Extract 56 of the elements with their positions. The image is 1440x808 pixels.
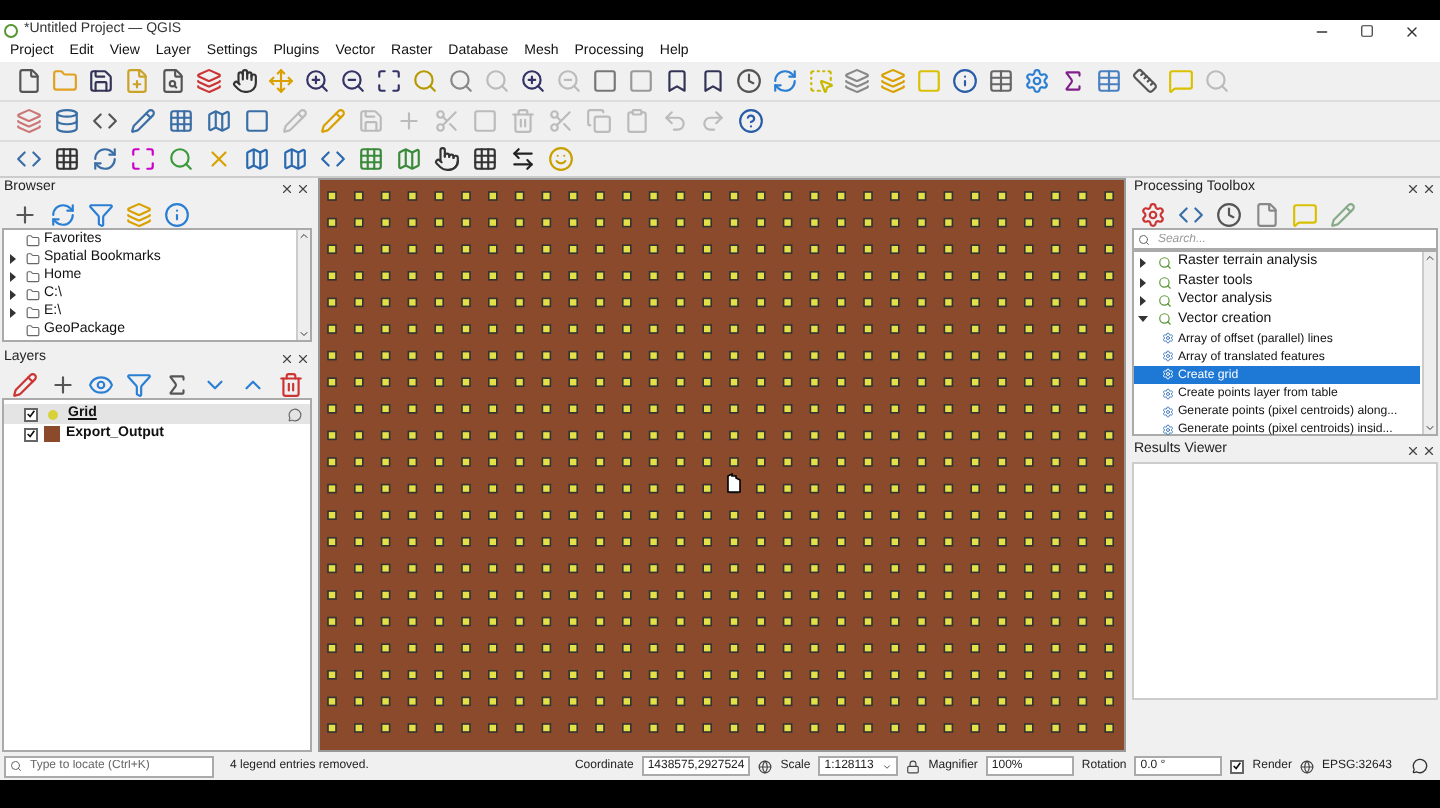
scrollbar[interactable] bbox=[1421, 252, 1436, 434]
dropdown-icon bbox=[882, 761, 893, 771]
app-logo-icon bbox=[4, 24, 18, 38]
scroll-up-icon[interactable] bbox=[1423, 252, 1436, 264]
refresh-icon[interactable] bbox=[46, 198, 78, 230]
folder-icon bbox=[26, 288, 40, 302]
filter-legend-icon[interactable] bbox=[122, 368, 154, 400]
close-icon[interactable] bbox=[296, 352, 310, 366]
globe-icon bbox=[1299, 759, 1314, 773]
attribute-table-icon[interactable] bbox=[984, 65, 1016, 97]
gear-icon bbox=[1161, 405, 1174, 418]
checkbox[interactable] bbox=[24, 407, 38, 421]
zoom-in-icon[interactable] bbox=[300, 65, 332, 97]
maximize-icon[interactable] bbox=[1360, 24, 1374, 38]
messages-icon[interactable] bbox=[1412, 758, 1428, 774]
measure-icon[interactable] bbox=[1128, 65, 1160, 97]
scroll-up-icon[interactable] bbox=[298, 230, 310, 242]
close-icon[interactable] bbox=[1421, 182, 1436, 196]
scroll-down-icon[interactable] bbox=[298, 328, 310, 340]
gear-icon bbox=[1161, 332, 1174, 345]
gear-icon bbox=[1161, 423, 1174, 436]
save-icon[interactable] bbox=[84, 65, 116, 97]
add-database-icon[interactable] bbox=[50, 105, 82, 137]
zoom-out-icon[interactable] bbox=[336, 65, 368, 97]
pan-icon[interactable] bbox=[228, 65, 260, 97]
zoom-full-icon[interactable] bbox=[372, 65, 404, 97]
filter-icon[interactable] bbox=[84, 198, 116, 230]
processing-toolbox-icon[interactable] bbox=[1020, 65, 1052, 97]
caret-down-icon[interactable] bbox=[1137, 314, 1152, 325]
render-checkbox[interactable] bbox=[1230, 759, 1245, 773]
folder-icon bbox=[26, 270, 40, 284]
scroll-down-icon[interactable] bbox=[1423, 422, 1436, 434]
help-icon[interactable] bbox=[734, 105, 766, 137]
gear-icon bbox=[1161, 368, 1174, 381]
folder-icon bbox=[26, 306, 40, 320]
close-icon[interactable] bbox=[1404, 23, 1420, 39]
zoom-last-icon[interactable] bbox=[516, 65, 548, 97]
remove-layer-icon[interactable] bbox=[274, 368, 306, 400]
folder-icon bbox=[26, 324, 40, 338]
search-icon bbox=[10, 760, 22, 772]
identify-icon[interactable] bbox=[948, 65, 980, 97]
gear-icon bbox=[1161, 350, 1174, 363]
checkbox[interactable] bbox=[24, 427, 38, 441]
find-icon[interactable] bbox=[164, 143, 196, 175]
clock-icon[interactable] bbox=[732, 65, 764, 97]
close-icon[interactable] bbox=[1421, 444, 1436, 458]
folder-icon bbox=[26, 252, 40, 266]
folder-icon bbox=[26, 234, 40, 248]
lock-icon[interactable] bbox=[906, 759, 921, 773]
search-icon bbox=[1137, 233, 1150, 245]
gear-icon bbox=[1161, 387, 1174, 400]
refresh-icon[interactable] bbox=[768, 65, 800, 97]
close-icon[interactable] bbox=[296, 182, 310, 196]
properties-icon[interactable] bbox=[160, 198, 192, 230]
scrollbar[interactable] bbox=[296, 230, 310, 340]
point-tool-icon[interactable] bbox=[430, 143, 462, 175]
